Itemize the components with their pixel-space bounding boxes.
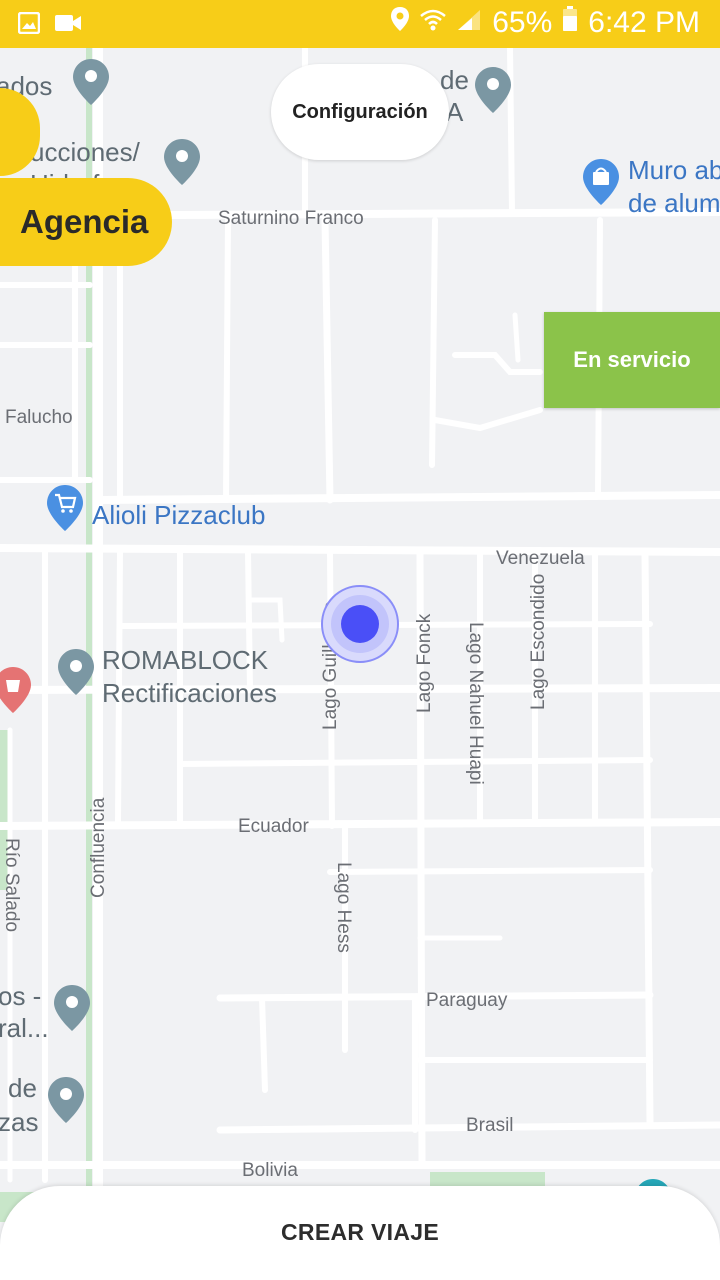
poi-label: ucciones/ (30, 137, 140, 167)
poi-label: Alioli Pizzaclub (92, 500, 266, 530)
street-venezuela: Venezuela (496, 548, 585, 569)
street-lago-fonck: Lago Fonck (414, 613, 435, 713)
poi-label: Rectificaciones (102, 678, 277, 708)
street-lago-hess: Lago Hess (333, 862, 354, 953)
map-pin-icon[interactable] (163, 138, 201, 186)
battery-percent: 65% (492, 6, 553, 39)
location-icon (390, 6, 410, 40)
configuration-label: Configuración (292, 100, 428, 123)
agency-button[interactable]: Agencia (0, 178, 172, 266)
poi-label: de alum (628, 188, 720, 218)
create-trip-label: CREAR VIAJE (281, 1219, 439, 1245)
battery-icon (562, 6, 578, 40)
street-ecuador: Ecuador (238, 816, 309, 837)
agency-label: Agencia (20, 203, 149, 240)
in-service-label: En servicio (573, 347, 691, 372)
map-pin-icon[interactable] (47, 1076, 85, 1124)
pharmacy-pin-icon[interactable] (0, 666, 32, 714)
street-brasil: Brasil (466, 1115, 514, 1136)
map-pin-icon[interactable] (53, 984, 91, 1032)
poi-label: ral... (0, 1013, 49, 1043)
poi-label: ROMABLOCK (102, 645, 269, 675)
street-saturnino-franco: Saturnino Franco (218, 208, 364, 229)
shopping-bag-pin-icon[interactable] (582, 158, 620, 206)
status-bar: 65% 6:42 PM (0, 0, 720, 48)
street-confluencia: Confluencia (88, 797, 109, 898)
street-falucho: Falucho (5, 407, 73, 428)
in-service-button[interactable]: En servicio (544, 312, 720, 408)
wifi-icon (420, 6, 447, 40)
create-trip-button[interactable]: CREAR VIAJE (0, 1186, 720, 1280)
street-paraguay: Paraguay (426, 990, 508, 1011)
gallery-icon (17, 11, 41, 38)
signal-icon (456, 6, 482, 40)
poi-label: zas (0, 1107, 39, 1137)
poi-label: Muro ab (628, 155, 720, 185)
configuration-button[interactable]: Configuración (271, 64, 449, 160)
street-lago-nahuel-huapi: Lago Nahuel Huapi (465, 622, 486, 785)
map-pin-icon[interactable] (72, 58, 110, 106)
street-lago-escondido: Lago Escondido (528, 573, 549, 710)
street-bolivia: Bolivia (242, 1160, 298, 1181)
video-icon (54, 12, 82, 38)
street-rio-salado: Río Salado (1, 838, 22, 933)
map-pin-icon[interactable] (474, 66, 512, 114)
shopping-cart-pin-icon[interactable] (46, 484, 84, 532)
map-pin-icon[interactable] (57, 648, 95, 696)
clock: 6:42 PM (588, 6, 700, 39)
current-location-icon (321, 585, 399, 663)
poi-label: de (8, 1073, 37, 1103)
poi-label: os - (0, 981, 42, 1011)
